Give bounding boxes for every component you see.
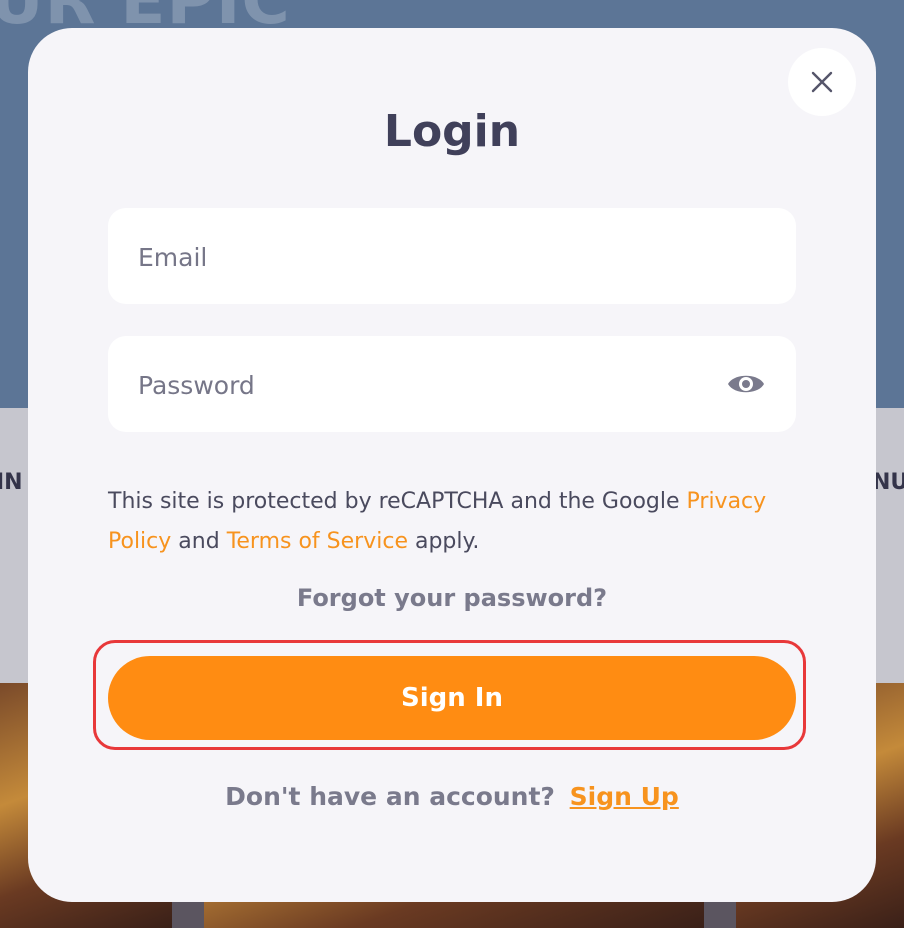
notice-middle: and (171, 529, 227, 554)
notice-prefix: This site is protected by reCAPTCHA and … (108, 489, 687, 514)
modal-title: Login (383, 106, 521, 157)
eye-icon (728, 375, 764, 393)
login-modal (28, 28, 876, 902)
email-field[interactable] (108, 208, 796, 306)
signup-prompt: Don't have an account? (225, 782, 555, 811)
notice-suffix: apply. (407, 529, 480, 554)
recaptcha-notice: This site is protected by reCAPTCHA and … (108, 482, 798, 562)
close-icon (811, 71, 833, 93)
background-right-text: NU (872, 470, 904, 495)
signup-link[interactable]: Sign Up (570, 782, 679, 811)
password-input[interactable] (136, 336, 700, 434)
email-input[interactable] (136, 208, 700, 306)
signin-button[interactable]: Sign In (108, 656, 796, 740)
show-password-toggle[interactable] (726, 366, 766, 402)
password-field[interactable] (108, 336, 796, 434)
background-left-text: IN (0, 470, 23, 495)
forgot-password-link[interactable]: Forgot your password? (0, 584, 904, 612)
terms-of-service-link[interactable]: Terms of Service (227, 529, 408, 554)
signup-row: Don't have an account? Sign Up (0, 782, 904, 811)
